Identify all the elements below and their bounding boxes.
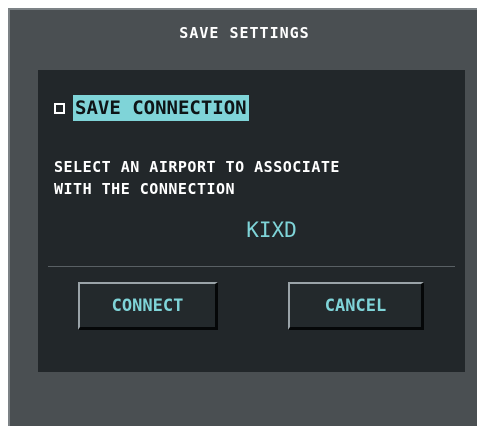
airport-identifier-field[interactable]: KIXD	[38, 218, 465, 242]
divider	[48, 266, 455, 267]
instruction-line-1: SELECT AN AIRPORT TO ASSOCIATE	[54, 158, 340, 176]
airport-instruction-text: SELECT AN AIRPORT TO ASSOCIATE WITH THE …	[54, 156, 454, 200]
dialog-content-panel: SAVE CONNECTION SELECT AN AIRPORT TO ASS…	[38, 70, 465, 372]
cancel-button[interactable]: CANCEL	[288, 282, 424, 330]
instruction-line-2: WITH THE CONNECTION	[54, 180, 236, 198]
save-connection-checkbox[interactable]	[54, 102, 65, 114]
save-connection-checkbox-row[interactable]: SAVE CONNECTION	[54, 94, 249, 122]
connect-button[interactable]: CONNECT	[78, 282, 218, 330]
save-settings-dialog: SAVE SETTINGS SAVE CONNECTION SELECT AN …	[8, 8, 477, 426]
dialog-title: SAVE SETTINGS	[179, 24, 310, 42]
window: SAVE SETTINGS SAVE CONNECTION SELECT AN …	[0, 0, 477, 426]
save-connection-label[interactable]: SAVE CONNECTION	[73, 95, 249, 121]
